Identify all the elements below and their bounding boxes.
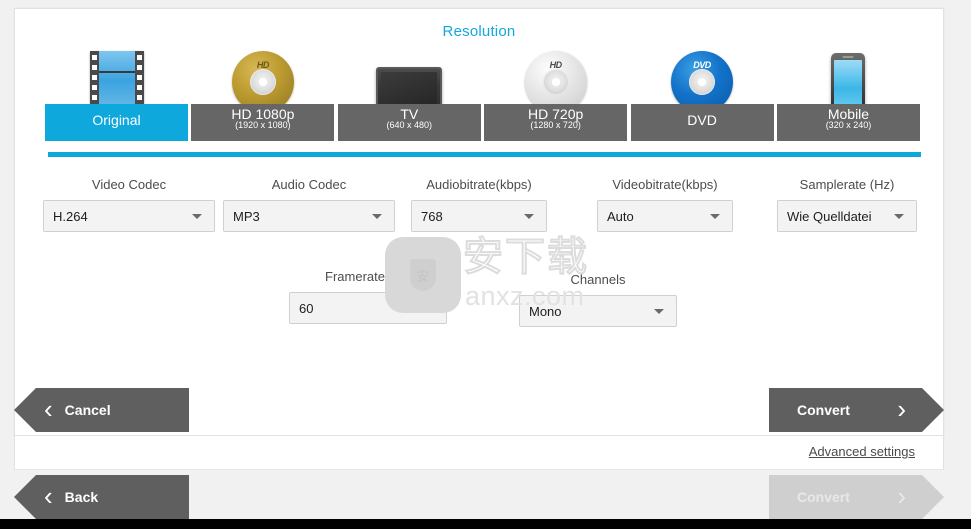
preset-dimensions: (1920 x 1080) — [235, 119, 291, 130]
resolution-preset-hd720p[interactable]: HD HD 720p (1280 x 720) — [484, 45, 628, 141]
resolution-preset-list: Original HD HD 1080p (1920 x 1080) TV (6… — [45, 45, 920, 141]
resolution-preset-hd1080p[interactable]: HD HD 1080p (1920 x 1080) — [191, 45, 335, 141]
selected-value: Mono — [529, 303, 562, 319]
selected-value: MP3 — [233, 208, 260, 224]
chevron-down-icon — [524, 214, 534, 219]
field-audio-bitrate: Audiobitrate(kbps) 768 — [411, 177, 547, 232]
chevron-down-icon — [894, 214, 904, 219]
chevron-down-icon — [424, 306, 434, 311]
disc-tag-text: HD — [549, 60, 563, 70]
chevron-down-icon — [654, 309, 664, 314]
mobile-phone-icon — [777, 45, 920, 113]
audio-codec-select[interactable]: MP3 — [223, 200, 395, 232]
advanced-settings-bar: Advanced settings — [14, 436, 944, 470]
cancel-button[interactable]: ‹ Cancel — [14, 388, 189, 432]
video-codec-select[interactable]: H.264 — [43, 200, 215, 232]
preset-name: DVD — [687, 112, 717, 128]
resolution-preset-mobile[interactable]: Mobile (320 x 240) — [776, 45, 920, 141]
resolution-preset-label: Mobile (320 x 240) — [776, 104, 920, 141]
chevron-right-icon: › — [897, 393, 906, 424]
audio-bitrate-select[interactable]: 768 — [411, 200, 547, 232]
chevron-down-icon — [192, 214, 202, 219]
field-channels: Channels Mono — [519, 272, 677, 327]
back-button-label: Back — [64, 489, 99, 505]
resolution-preset-label: TV (640 x 480) — [337, 104, 481, 141]
preset-name: Original — [92, 112, 141, 128]
advanced-settings-link[interactable]: Advanced settings — [809, 444, 915, 459]
preset-dimensions: (640 x 480) — [386, 119, 433, 130]
television-icon — [338, 45, 481, 113]
selected-value: 60 — [299, 300, 314, 316]
resolution-dialog: Resolution Original HD HD 1080p (1920 x … — [14, 8, 944, 436]
accent-divider — [48, 152, 921, 157]
video-bitrate-select[interactable]: Auto — [597, 200, 733, 232]
field-label: Channels — [570, 272, 626, 287]
back-button[interactable]: ‹ Back — [14, 475, 189, 519]
preset-dimensions: (1280 x 720) — [530, 119, 581, 130]
resolution-preset-label: HD 1080p (1920 x 1080) — [191, 104, 335, 141]
selected-value: H.264 — [53, 208, 88, 224]
application-window: Resolution Original HD HD 1080p (1920 x … — [0, 0, 971, 529]
film-strip-icon — [45, 45, 188, 113]
framerate-select[interactable]: 60 — [289, 292, 447, 324]
field-audio-codec: Audio Codec MP3 — [223, 177, 395, 232]
resolution-preset-tv[interactable]: TV (640 x 480) — [337, 45, 481, 141]
resolution-preset-label: HD 720p (1280 x 720) — [484, 104, 628, 141]
chevron-right-icon: › — [897, 480, 906, 511]
convert-button-label: Convert — [797, 402, 850, 418]
chevron-left-icon: ‹ — [44, 393, 53, 424]
convert-disabled-label: Convert — [797, 489, 850, 505]
chevron-down-icon — [372, 214, 382, 219]
selected-value: 768 — [421, 208, 443, 224]
field-label: Audio Codec — [271, 177, 347, 192]
resolution-preset-dvd[interactable]: DVD DVD — [630, 45, 774, 141]
resolution-preset-original[interactable]: Original — [45, 45, 188, 141]
field-label: Samplerate (Hz) — [799, 177, 895, 192]
silver-disc-icon: HD — [484, 45, 627, 113]
field-label: Video Codec — [91, 177, 167, 192]
samplerate-select[interactable]: Wie Quelldatei — [777, 200, 917, 232]
selected-value: Wie Quelldatei — [787, 208, 872, 224]
disc-tag-text: DVD — [693, 60, 711, 70]
field-video-codec: Video Codec H.264 — [43, 177, 215, 232]
page-title: Resolution — [442, 23, 516, 40]
window-bottom-edge — [0, 519, 971, 529]
preset-dimensions: (320 x 240) — [825, 119, 872, 130]
selected-value: Auto — [607, 208, 634, 224]
primary-action-bar: ‹ Cancel Convert › — [14, 388, 944, 434]
field-framerate: Framerate(fps) 60 — [289, 269, 447, 324]
chevron-left-icon: ‹ — [44, 480, 53, 511]
chevron-down-icon — [710, 214, 720, 219]
convert-button[interactable]: Convert › — [769, 388, 944, 432]
field-label: Videobitrate(kbps) — [612, 177, 718, 192]
field-label: Audiobitrate(kbps) — [426, 177, 532, 192]
resolution-preset-label: DVD — [630, 104, 774, 141]
field-samplerate: Samplerate (Hz) Wie Quelldatei — [777, 177, 917, 232]
encoding-settings-panel: Video Codec H.264 Audio Codec MP3 Audiob… — [15, 165, 945, 375]
secondary-action-bar: ‹ Back Convert › — [14, 475, 944, 521]
cancel-button-label: Cancel — [64, 402, 111, 418]
resolution-preset-label: Original — [45, 104, 188, 141]
convert-button-disabled: Convert › — [769, 475, 944, 519]
field-video-bitrate: Videobitrate(kbps) Auto — [597, 177, 733, 232]
gold-disc-icon: HD — [191, 45, 334, 113]
channels-select[interactable]: Mono — [519, 295, 677, 327]
disc-tag-text: HD — [256, 60, 270, 70]
blue-disc-icon: DVD — [631, 45, 774, 113]
field-label: Framerate(fps) — [325, 269, 411, 284]
